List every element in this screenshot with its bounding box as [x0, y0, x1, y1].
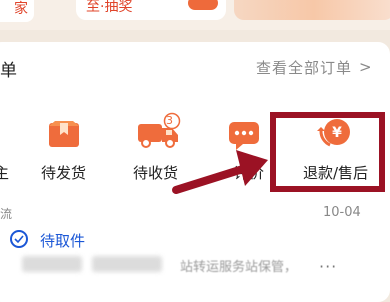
logistics-category: 流	[0, 207, 13, 221]
logistics-date: 10-04	[323, 205, 361, 220]
check-circle-icon	[10, 230, 28, 248]
logistics-detail[interactable]: 站转运服务站保管，	[180, 256, 297, 275]
highlight-box	[270, 112, 385, 192]
logistics-status[interactable]: 待取件	[40, 230, 85, 251]
more-options-icon[interactable]: ···	[319, 257, 337, 276]
